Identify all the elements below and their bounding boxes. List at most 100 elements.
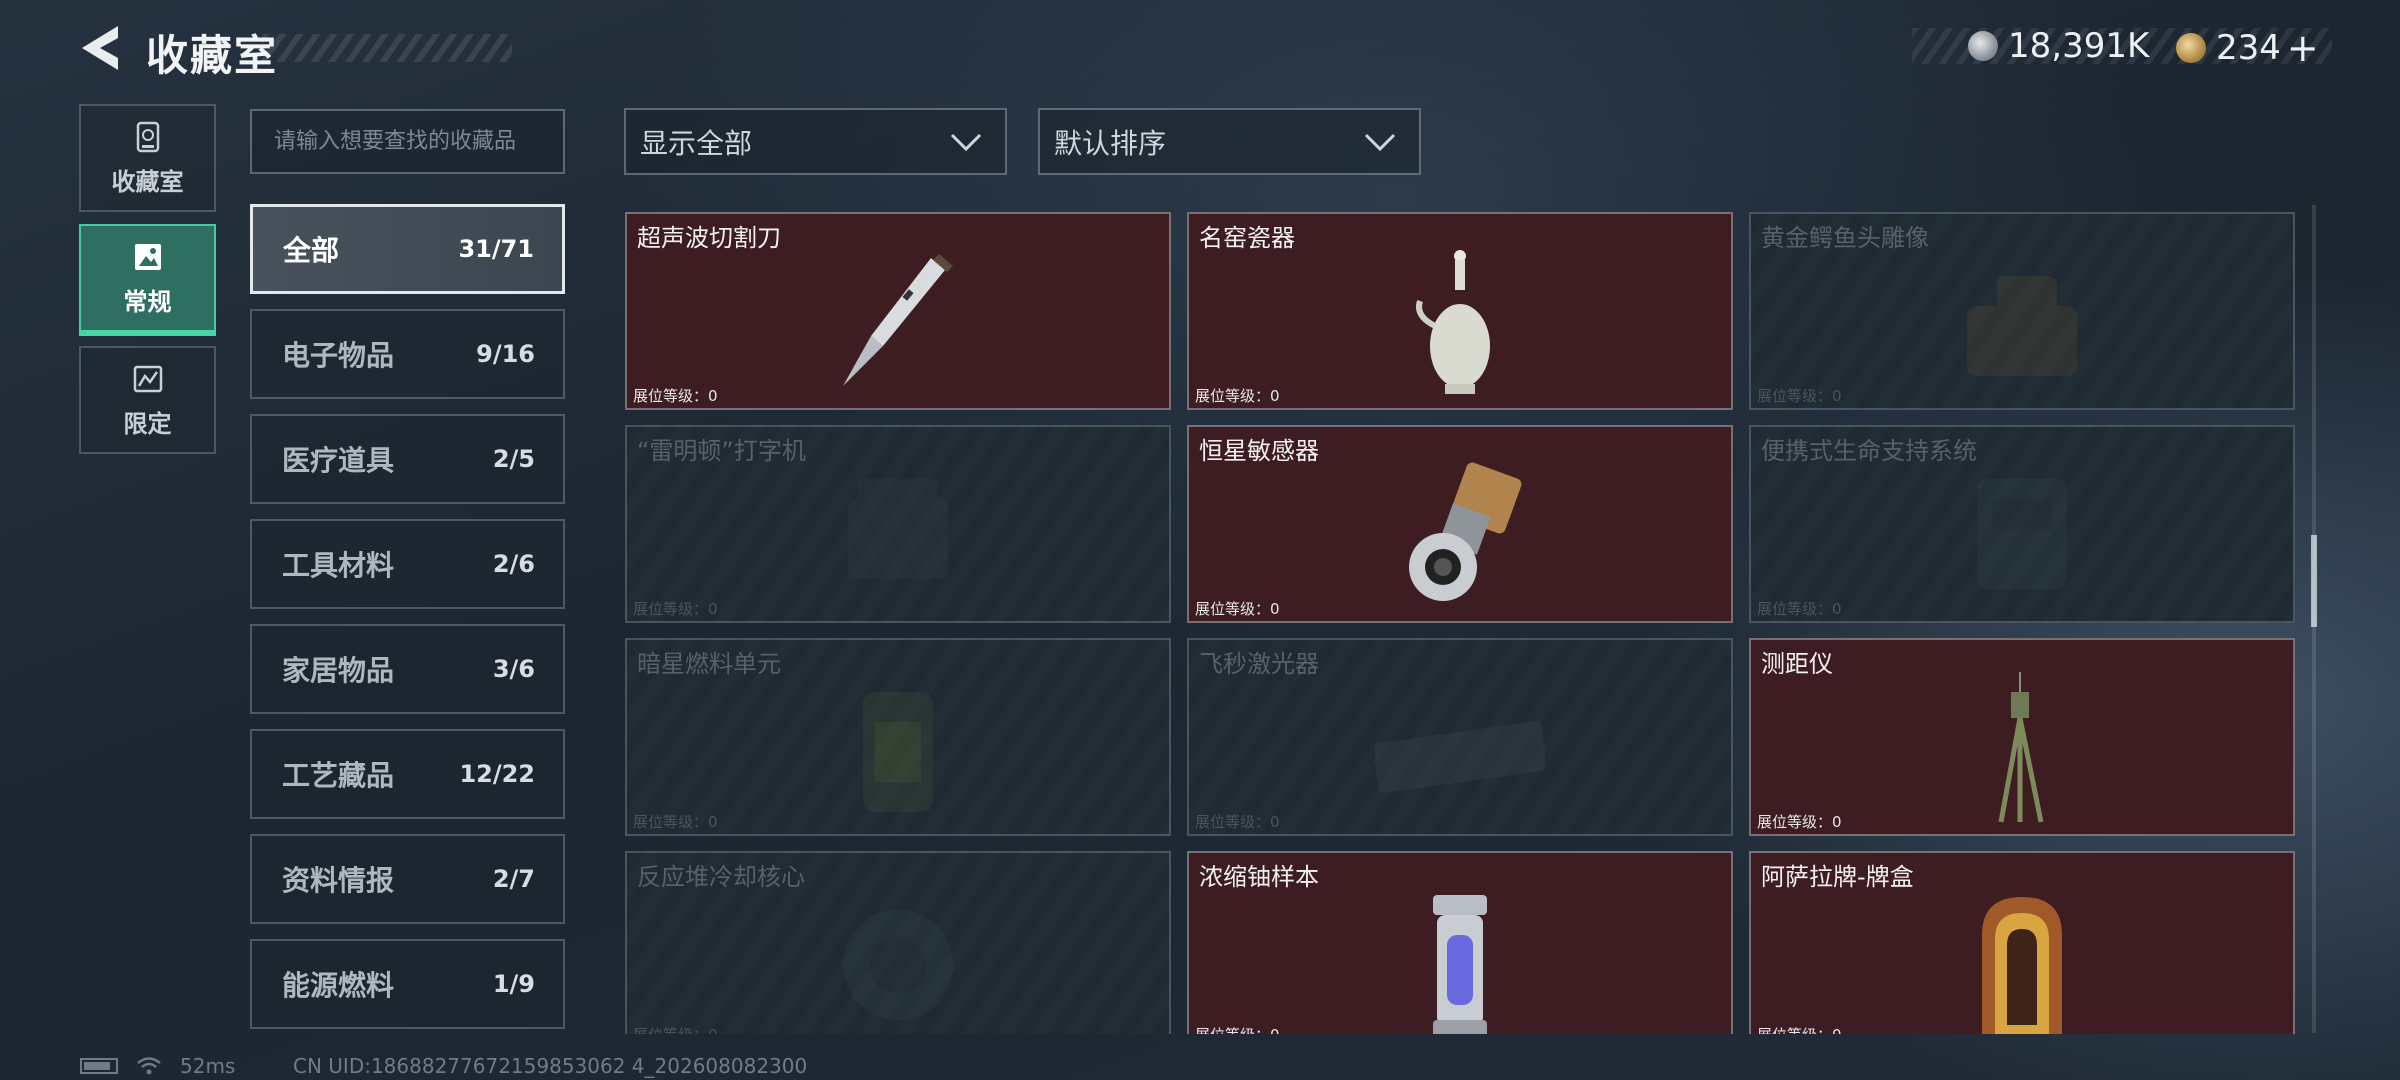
gold-currency: 234 +: [2176, 26, 2319, 70]
item-name: 名窑瓷器: [1199, 224, 1295, 252]
category-intel[interactable]: 资料情报 2/7: [250, 834, 565, 924]
display-filter-value: 显示全部: [640, 126, 753, 160]
silver-currency: 18,391K: [1968, 26, 2149, 66]
wifi-icon: [137, 1057, 161, 1075]
exhibit-level: 展位等级：0: [1757, 813, 1842, 831]
exhibit-level: 展位等级：0: [1757, 387, 1842, 405]
rangefinder-icon: [1998, 672, 2044, 823]
category-name: 电子物品: [282, 339, 395, 372]
scrollbar-thumb[interactable]: [2311, 535, 2317, 627]
search-input[interactable]: [250, 109, 565, 174]
tab-regular[interactable]: 常规: [79, 224, 216, 336]
reactor-core-icon: [843, 910, 953, 1020]
title-decoration: [262, 34, 512, 62]
exhibit-level: 展位等级：0: [1195, 387, 1280, 405]
collection-item-card[interactable]: 超声波切割刀 展位等级：0: [625, 212, 1171, 410]
item-name: 测距仪: [1761, 650, 1833, 678]
collection-room-icon: [136, 121, 159, 152]
page-title: 收藏室: [146, 31, 279, 80]
collection-item-card[interactable]: “雷明顿”打字机 展位等级：0: [625, 425, 1171, 623]
item-name: 反应堆冷却核心: [637, 863, 805, 891]
category-name: 全部: [283, 234, 340, 267]
display-filter-dropdown[interactable]: 显示全部: [624, 108, 1007, 175]
category-name: 资料情报: [282, 864, 395, 897]
back-icon[interactable]: [78, 24, 124, 72]
silver-amount: 18,391K: [2008, 26, 2150, 66]
fuel-cell-icon: [863, 692, 933, 812]
star-sensor-icon: [1409, 462, 1522, 601]
item-name: 飞秒激光器: [1199, 650, 1319, 678]
collection-item-card[interactable]: 便携式生命支持系统 展位等级：0: [1749, 425, 2295, 623]
tab-label: 限定: [123, 409, 172, 438]
collection-item-card[interactable]: 恒星敏感器 展位等级：0: [1187, 425, 1733, 623]
ping-value: 52ms: [180, 1054, 236, 1078]
silver-coin-icon: [1968, 31, 1998, 61]
laser-icon: [1375, 720, 1545, 794]
category-count: 2/7: [492, 865, 535, 893]
exhibit-level: 展位等级：0: [633, 600, 718, 618]
battery-icon: [80, 1058, 118, 1074]
category-electronics[interactable]: 电子物品 9/16: [250, 309, 565, 399]
collection-item-card[interactable]: 测距仪 展位等级：0: [1749, 638, 2295, 836]
category-count: 2/5: [492, 445, 535, 473]
category-count: 9/16: [476, 340, 535, 368]
category-count: 3/6: [492, 655, 535, 683]
sort-value: 默认排序: [1054, 126, 1167, 160]
collection-item-card[interactable]: 阿萨拉牌-牌盒 展位等级：0: [1749, 851, 2295, 1034]
item-name: 暗星燃料单元: [637, 650, 781, 678]
exhibit-level: 展位等级：0: [633, 387, 718, 405]
category-count: 2/6: [492, 550, 535, 578]
exhibit-level: 展位等级：0: [1757, 1024, 1842, 1034]
item-name: “雷明顿”打字机: [637, 437, 806, 465]
category-name: 工艺藏品: [282, 759, 395, 792]
category-name: 能源燃料: [282, 969, 395, 1002]
card-box-icon: [1982, 897, 2062, 1034]
grid-scrollbar[interactable]: [2311, 205, 2317, 1033]
category-energy[interactable]: 能源燃料 1/9: [250, 939, 565, 1029]
regular-collection-icon: [134, 243, 161, 270]
collection-item-card[interactable]: 反应堆冷却核心 展位等级：0: [625, 851, 1171, 1034]
item-name: 黄金鳄鱼头雕像: [1761, 224, 1929, 252]
category-all[interactable]: 全部 31/71: [250, 204, 565, 294]
item-name: 恒星敏感器: [1199, 437, 1319, 465]
porcelain-vase-icon: [1416, 250, 1490, 394]
exhibit-level: 展位等级：0: [1195, 600, 1280, 618]
tab-label: 收藏室: [111, 167, 184, 196]
item-name: 浓缩铀样本: [1199, 863, 1319, 891]
exhibit-level: 展位等级：0: [633, 813, 718, 831]
category-count: 31/71: [458, 235, 534, 263]
limited-collection-icon: [133, 365, 162, 392]
uranium-sample-icon: [1433, 895, 1487, 1034]
category-crafts[interactable]: 工艺藏品 12/22: [250, 729, 565, 819]
crocodile-statue-icon: [1967, 276, 2077, 376]
tab-limited[interactable]: 限定: [79, 346, 216, 454]
add-currency-button[interactable]: +: [2287, 26, 2319, 70]
status-footer: 52ms: [80, 1054, 235, 1078]
collection-item-card[interactable]: 黄金鳄鱼头雕像 展位等级：0: [1749, 212, 2295, 410]
exhibit-level: 展位等级：0: [1195, 813, 1280, 831]
collection-item-card[interactable]: 名窑瓷器 展位等级：0: [1187, 212, 1733, 410]
gold-amount: 234: [2216, 28, 2281, 68]
item-name: 阿萨拉牌-牌盒: [1761, 863, 1914, 891]
tab-label: 常规: [123, 287, 172, 316]
category-count: 1/9: [492, 970, 535, 998]
tab-collection-room[interactable]: 收藏室: [79, 104, 216, 212]
collection-item-card[interactable]: 飞秒激光器 展位等级：0: [1187, 638, 1733, 836]
ultrasonic-knife-icon: [843, 254, 953, 386]
exhibit-level: 展位等级：0: [1757, 600, 1842, 618]
collection-item-card[interactable]: 浓缩铀样本 展位等级：0: [1187, 851, 1733, 1034]
user-uid: CN UID:18688277672159853062 4_2026080823…: [293, 1054, 808, 1078]
category-home[interactable]: 家居物品 3/6: [250, 624, 565, 714]
item-name: 超声波切割刀: [637, 224, 781, 252]
collection-item-card[interactable]: 暗星燃料单元 展位等级：0: [625, 638, 1171, 836]
category-medical[interactable]: 医疗道具 2/5: [250, 414, 565, 504]
category-tools[interactable]: 工具材料 2/6: [250, 519, 565, 609]
chevron-down-icon: [1364, 133, 1396, 152]
gold-coin-icon: [2176, 33, 2206, 63]
sort-dropdown[interactable]: 默认排序: [1038, 108, 1421, 175]
category-name: 医疗道具: [282, 444, 395, 477]
exhibit-level: 展位等级：0: [633, 1024, 718, 1034]
collection-grid: 超声波切割刀 展位等级：0 名窑瓷器 展位等级：0 黄金鳄鱼头雕像 展位等级：0…: [625, 212, 2295, 1034]
category-count: 12/22: [459, 760, 535, 788]
typewriter-icon: [848, 479, 948, 579]
